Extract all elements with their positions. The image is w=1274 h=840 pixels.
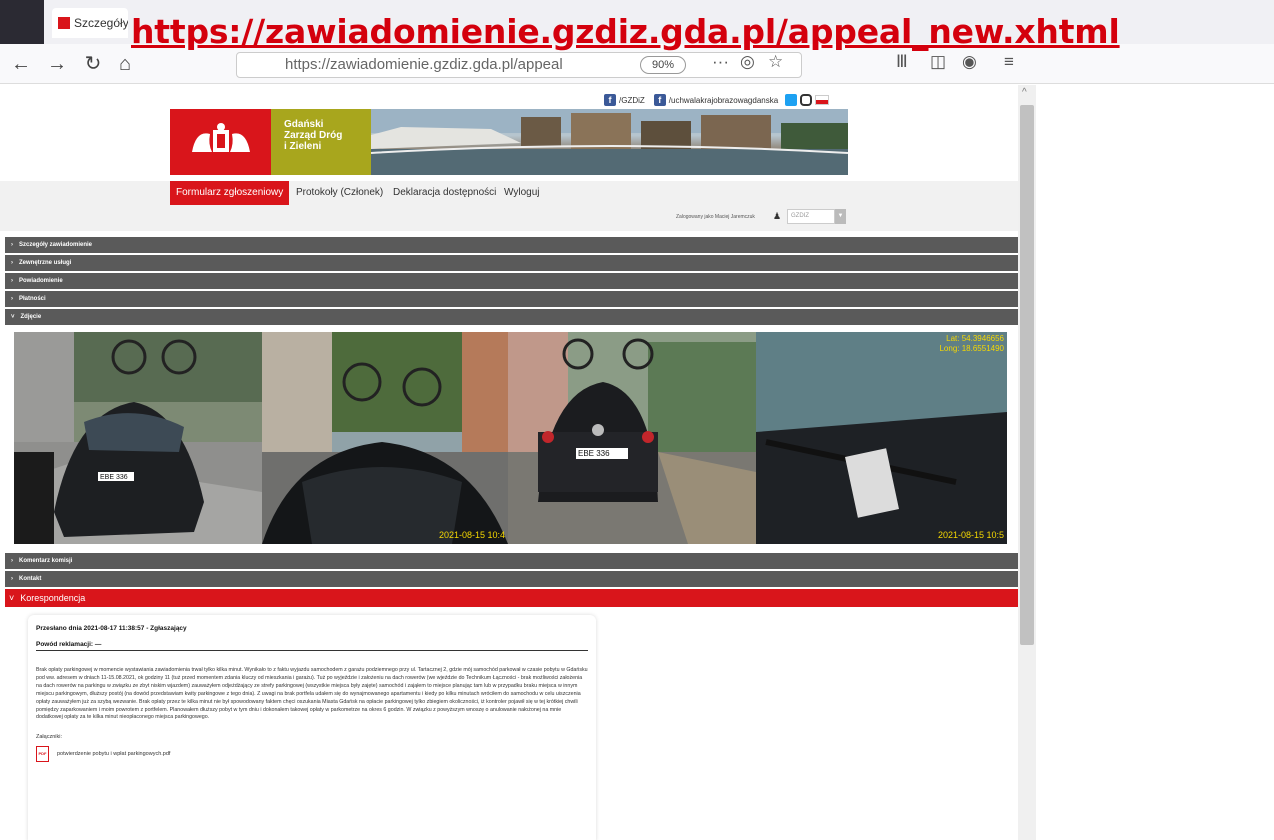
section-powiadomienie[interactable]: › Powiadomienie bbox=[5, 273, 1018, 289]
section-label: Komentarz komisji bbox=[19, 558, 73, 564]
section-label: Zdjęcie bbox=[20, 314, 42, 320]
zoom-level[interactable]: 90% bbox=[640, 56, 686, 74]
menu-icon[interactable]: ≡ bbox=[1004, 52, 1014, 72]
section-szczegoly[interactable]: › Szczegóły zawiadomienie bbox=[5, 237, 1018, 253]
chevron-right-icon: › bbox=[11, 296, 13, 302]
forward-arrow-icon[interactable]: → bbox=[44, 52, 70, 78]
vertical-scrollbar[interactable]: ^ bbox=[1018, 85, 1036, 840]
chevron-right-icon: › bbox=[11, 558, 13, 564]
pocket-icon[interactable]: ◎ bbox=[740, 52, 755, 72]
back-arrow-icon[interactable]: ← bbox=[8, 52, 34, 78]
photo-4-image bbox=[756, 332, 1007, 544]
pdf-file-icon: PDF bbox=[36, 746, 49, 763]
scroll-up-icon[interactable]: ^ bbox=[1022, 87, 1027, 98]
chevron-right-icon: › bbox=[11, 278, 13, 284]
section-label: Korespondencja bbox=[20, 593, 86, 603]
photo-1-image: EBE 336 bbox=[14, 332, 262, 544]
gdansk-coat-of-arms-logo[interactable] bbox=[170, 109, 271, 175]
menu-wyloguj[interactable]: Wyloguj bbox=[498, 181, 545, 205]
evidence-photo-3[interactable]: EBE 336 bbox=[508, 332, 756, 544]
gps-lat: Lat: 54.3946656 bbox=[946, 334, 1004, 343]
section-komentarz[interactable]: › Komentarz komisji bbox=[5, 553, 1018, 569]
facebook-icon[interactable]: f bbox=[653, 94, 666, 106]
evidence-photo-1[interactable]: EBE 336 bbox=[14, 332, 262, 544]
chevron-right-icon: › bbox=[11, 576, 13, 582]
attachment-filename[interactable]: potwierdzenie pobytu i wpłat parkingowyc… bbox=[57, 751, 170, 757]
gzdiz-favicon-icon bbox=[58, 17, 70, 29]
browser-tab-strip-start bbox=[0, 0, 44, 44]
gzdiz-name-block: Gdański Zarząd Dróg i Zieleni bbox=[271, 109, 371, 175]
menu-protokoly[interactable]: Protokoły (Członek) bbox=[290, 181, 389, 205]
user-icon: ♟ bbox=[773, 211, 782, 221]
polish-flag-icon[interactable] bbox=[815, 95, 830, 105]
photo-2-image bbox=[262, 332, 508, 544]
section-korespondencja[interactable]: ˅ Korespondencja bbox=[5, 589, 1018, 607]
chevron-down-icon: ˅ bbox=[11, 314, 15, 320]
main-menu-bar: Formularz zgłoszeniowy Protokoły (Człone… bbox=[0, 181, 1018, 231]
more-icon[interactable]: ··· bbox=[712, 52, 729, 72]
logged-in-text: Zalogowany jako Maciej Jaremczuk bbox=[676, 214, 755, 220]
license-plate-text: EBE 336 bbox=[578, 449, 610, 458]
correspondence-message: Przesłano dnia 2021-08-17 11:38:57 - Zgł… bbox=[28, 615, 596, 840]
section-label: Szczegóły zawiadomienie bbox=[19, 242, 93, 248]
browser-right-margin bbox=[1036, 85, 1274, 840]
scrollbar-thumb[interactable] bbox=[1020, 105, 1034, 645]
photo-gps: Lat: 54.3946656 Long: 18.6551490 bbox=[939, 334, 1004, 354]
org-name-line: Gdański bbox=[284, 119, 324, 130]
message-body: Brak opłaty parkingowej w momencie wysta… bbox=[36, 667, 588, 721]
user-role-select[interactable]: GZDIZ bbox=[787, 209, 835, 224]
site-header: Gdański Zarząd Dróg i Zieleni bbox=[170, 109, 848, 175]
bookmark-star-icon[interactable]: ☆ bbox=[768, 52, 783, 72]
section-label: Zewnętrzne usługi bbox=[19, 260, 72, 266]
license-plate-text: EBE 336 bbox=[100, 474, 128, 481]
section-kontakt[interactable]: › Kontakt bbox=[5, 571, 1018, 587]
library-icon[interactable]: Ⅲ bbox=[896, 52, 908, 72]
attachments-label: Załączniki: bbox=[36, 734, 62, 741]
facebook-link-gzdiz[interactable]: /GZDiZ bbox=[619, 96, 645, 105]
org-name-line: i Zieleni bbox=[284, 141, 322, 152]
photo-timestamp: 2021-08-15 10:5 bbox=[937, 530, 1004, 540]
message-header: Przesłano dnia 2021-08-17 11:38:57 - Zgł… bbox=[36, 625, 187, 632]
org-name-line: Zarząd Dróg bbox=[284, 130, 343, 141]
evidence-photo-2[interactable]: 2021-08-15 10:4 bbox=[262, 332, 508, 544]
lions-crest-icon bbox=[191, 123, 250, 152]
account-icon[interactable]: ◉ bbox=[962, 52, 977, 72]
gps-long: Long: 18.6551490 bbox=[939, 344, 1004, 353]
section-label: Powiadomienie bbox=[19, 278, 63, 284]
banner-cityscape bbox=[371, 109, 848, 175]
facebook-icon[interactable]: f bbox=[604, 94, 616, 106]
chevron-down-icon[interactable]: ▼ bbox=[835, 209, 846, 224]
section-label: Kontakt bbox=[19, 576, 42, 582]
facebook-link-krajobraz[interactable]: /uchwalakrajobrazowagdanska bbox=[669, 96, 778, 105]
section-zdjecie[interactable]: ˅ Zdjęcie bbox=[5, 309, 1018, 325]
gdansk-banner-photo bbox=[371, 109, 848, 175]
section-zewnetrzne[interactable]: › Zewnętrzne usługi bbox=[5, 255, 1018, 271]
home-icon[interactable]: ⌂ bbox=[112, 52, 138, 78]
url-annotation: https://zawiadomienie.gzdiz.gda.pl/appea… bbox=[131, 12, 1120, 51]
chevron-right-icon: › bbox=[11, 260, 13, 266]
photo-3-image: EBE 336 bbox=[508, 332, 756, 544]
url-bar-text: https://zawiadomienie.gzdiz.gda.pl/appea… bbox=[285, 56, 563, 73]
reload-icon[interactable]: ↻ bbox=[80, 52, 106, 78]
photo-timestamp: 2021-08-15 10:4 bbox=[438, 530, 505, 540]
browser-tab-title: Szczegóły bbox=[74, 16, 128, 30]
message-reason: Powód reklamacji: — bbox=[36, 641, 588, 651]
section-label: Płatności bbox=[19, 296, 46, 302]
attachment-item[interactable]: PDF potwierdzenie pobytu i wpłat parking… bbox=[36, 746, 588, 763]
social-links: f /GZDiZ f /uchwalakrajobrazowagdanska bbox=[604, 93, 830, 107]
section-platnosci[interactable]: › Płatności bbox=[5, 291, 1018, 307]
menu-formularz[interactable]: Formularz zgłoszeniowy bbox=[170, 181, 290, 205]
menu-deklaracja[interactable]: Deklaracja dostępności bbox=[387, 181, 502, 205]
page-viewport: f /GZDiZ f /uchwalakrajobrazowagdanska G… bbox=[0, 85, 1018, 840]
browser-tab[interactable]: Szczegóły bbox=[52, 8, 128, 38]
chevron-down-icon: ˅ bbox=[9, 593, 15, 603]
sidebar-icon[interactable]: ◫ bbox=[930, 52, 946, 72]
twitter-icon[interactable] bbox=[785, 94, 798, 106]
photo-gallery: EBE 336 2021-08-15 10:4 EBE 336 Lat: 54.… bbox=[14, 332, 1007, 544]
instagram-icon[interactable] bbox=[800, 94, 813, 106]
evidence-photo-4[interactable]: Lat: 54.3946656 Long: 18.6551490 2021-08… bbox=[756, 332, 1007, 544]
chevron-right-icon: › bbox=[11, 242, 13, 248]
